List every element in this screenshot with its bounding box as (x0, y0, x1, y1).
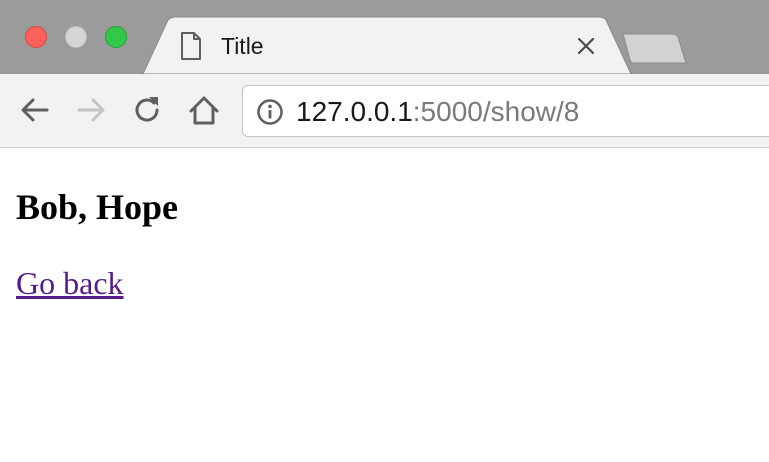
forward-arrow-icon (77, 98, 105, 122)
back-button[interactable] (18, 93, 52, 127)
address-bar[interactable]: 127.0.0.1:5000/show/8 (242, 85, 769, 137)
tab-title: Title (221, 33, 264, 59)
new-tab-icon[interactable] (620, 32, 690, 66)
reload-icon (135, 97, 159, 122)
back-arrow-icon (21, 98, 49, 122)
go-back-link[interactable]: Go back (16, 264, 124, 302)
close-icon[interactable] (574, 34, 598, 58)
page-heading: Bob, Hope (16, 187, 179, 227)
url-text: 127.0.0.1:5000/show/8 (296, 94, 579, 130)
home-button[interactable] (187, 93, 221, 127)
browser-window: Title 127.0.0.1:5000/show/8 Bob, Hope Go… (0, 0, 769, 462)
reload-button[interactable] (130, 93, 164, 127)
forward-button[interactable] (74, 93, 108, 127)
browser-toolbar: 127.0.0.1:5000/show/8 (0, 74, 769, 148)
document-icon (181, 32, 201, 60)
url-host: 127.0.0.1 (296, 96, 413, 127)
home-icon (189, 96, 219, 125)
info-icon[interactable] (256, 98, 284, 126)
url-path: :5000/show/8 (412, 96, 580, 127)
tab-strip: Title (0, 0, 769, 74)
page-content: Bob, Hope Go back (0, 148, 769, 462)
